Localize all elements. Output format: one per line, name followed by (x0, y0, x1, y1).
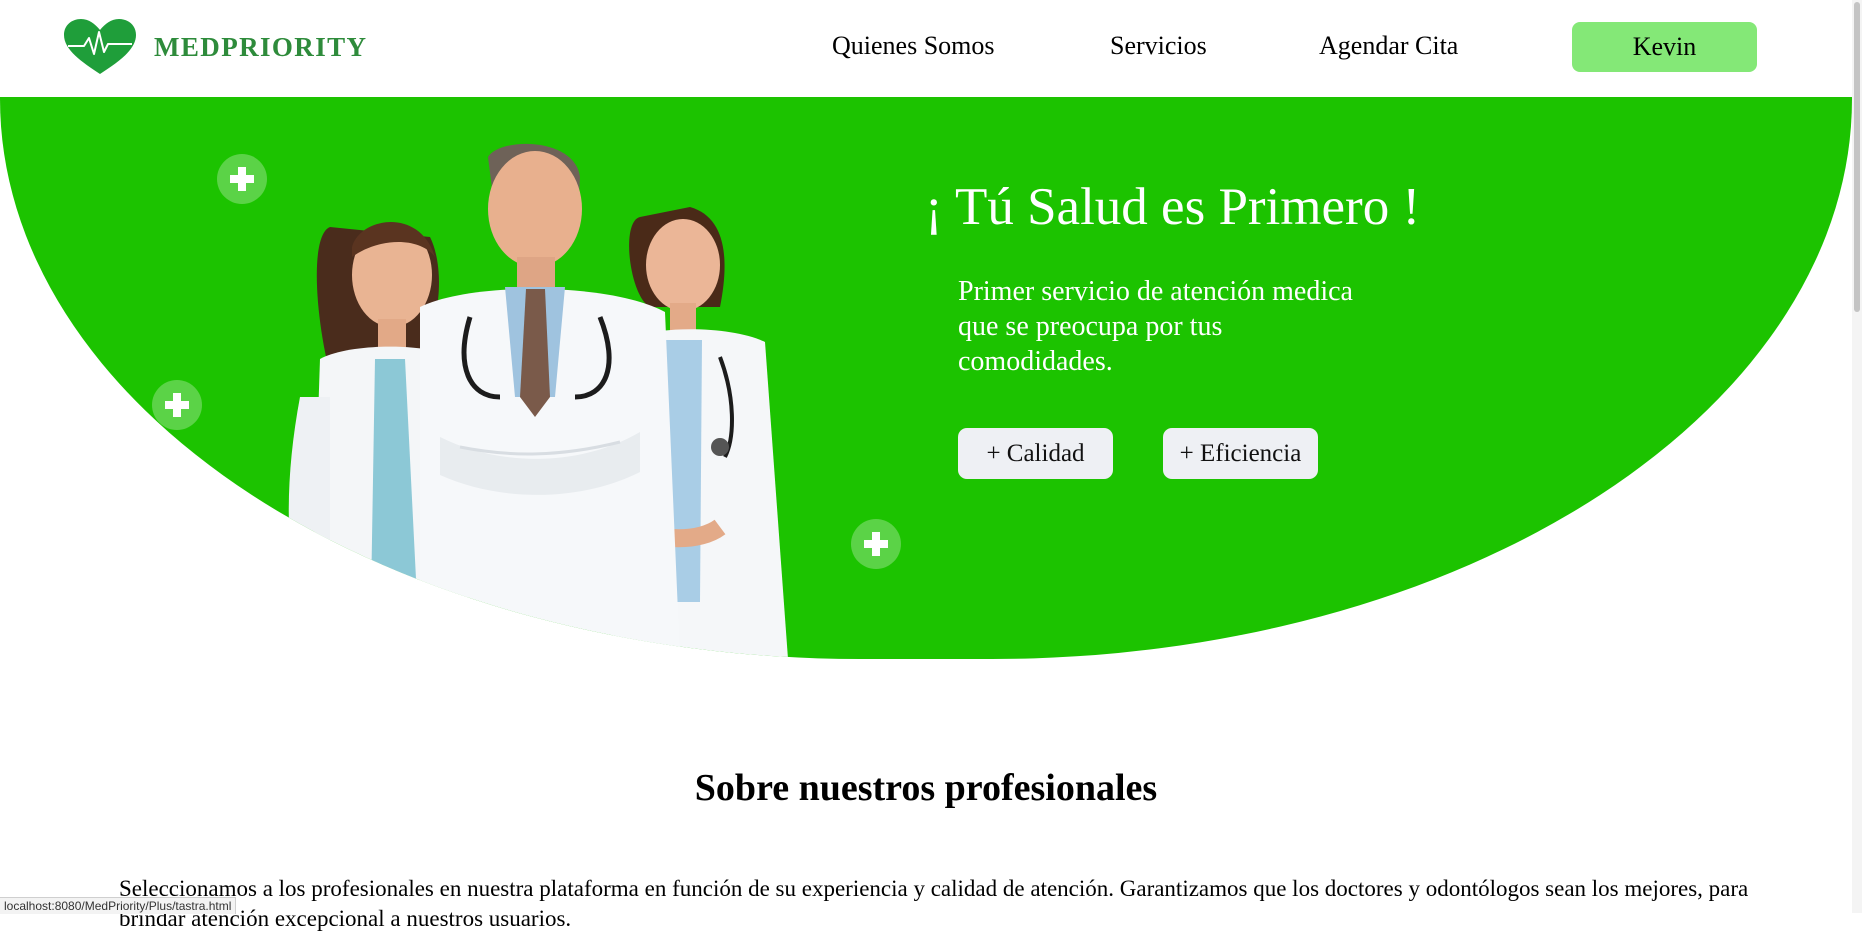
three-doctors-photo (288, 143, 788, 659)
plus-badge-1 (217, 154, 267, 204)
about-title: Sobre nuestros profesionales (694, 767, 1158, 809)
vertical-scrollbar[interactable] (1852, 0, 1862, 913)
plus-badge-3 (851, 519, 901, 569)
site-header: MEDPRIORITY Quienes Somos Servicios Agen… (0, 0, 1862, 97)
plus-badge-2 (152, 380, 202, 430)
scroll-thumb[interactable] (1854, 2, 1860, 312)
user-account-button[interactable]: Kevin (1572, 22, 1757, 72)
eficiencia-button[interactable]: + Eficiencia (1163, 428, 1318, 479)
status-bar-url: localhost:8080/MedPriority/Plus/tastra.h… (0, 897, 237, 914)
nav-quienes-somos[interactable]: Quienes Somos (832, 31, 995, 61)
hero-banner: ¡ Tú Salud es Primero ! Primer servicio … (0, 97, 1852, 659)
hero-description: Primer servicio de atención medica que s… (958, 276, 1353, 377)
plus-icon (864, 532, 888, 556)
about-text: Seleccionamos a los profesionales en nue… (119, 876, 1749, 931)
plus-icon (165, 393, 189, 417)
main-nav: Quienes Somos Servicios Agendar Cita Kev… (0, 22, 1862, 72)
calidad-button[interactable]: + Calidad (958, 428, 1113, 479)
nav-servicios[interactable]: Servicios (1110, 31, 1207, 61)
hero-title: ¡ Tú Salud es Primero ! (925, 178, 1421, 236)
nav-agendar-cita[interactable]: Agendar Cita (1319, 31, 1458, 61)
plus-icon (230, 167, 254, 191)
